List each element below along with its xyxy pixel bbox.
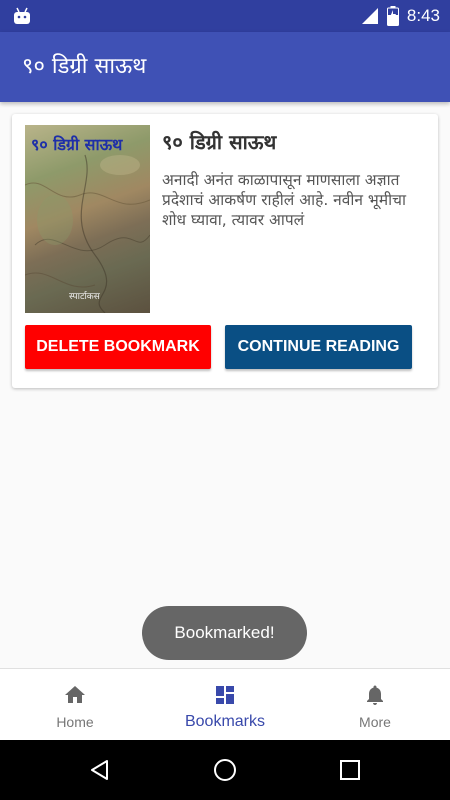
- cover-title: ९० डिग्री साऊथ: [31, 135, 123, 154]
- battery-icon: [386, 6, 399, 26]
- status-bar: 8:43: [0, 0, 450, 32]
- nav-label-home: Home: [56, 714, 94, 730]
- android-notification-icon: [14, 7, 30, 24]
- nav-label-bookmarks: Bookmarks: [184, 713, 266, 730]
- nav-item-bookmarks[interactable]: Bookmarks: [150, 669, 300, 741]
- bell-icon: [367, 685, 383, 705]
- page-title: ९० डिग्री साऊथ: [22, 54, 147, 79]
- bottom-navigation: Home Bookmarks More: [0, 668, 450, 740]
- nav-item-home[interactable]: Home: [0, 669, 150, 741]
- back-icon[interactable]: [88, 758, 112, 782]
- book-title: ९० डिग्री साऊथ: [162, 130, 277, 154]
- book-cover-image[interactable]: ९० डिग्री साऊथ स्पार्टाकस: [25, 125, 150, 313]
- recents-icon[interactable]: [338, 758, 362, 782]
- toast-message: Bookmarked!: [142, 606, 307, 660]
- status-clock: 8:43: [406, 6, 440, 25]
- book-description: अनादी अनंत काळापासून माणसाला अज्ञात प्रद…: [162, 171, 406, 229]
- continue-reading-button[interactable]: CONTINUE READING: [225, 325, 412, 369]
- home-circle-icon[interactable]: [213, 758, 237, 782]
- bookmark-card[interactable]: ९० डिग्री साऊथ स्पार्टाकस ९० डिग्री साऊथ…: [12, 114, 438, 388]
- signal-icon: [361, 8, 378, 24]
- delete-bookmark-button[interactable]: DELETE BOOKMARK: [25, 325, 211, 369]
- bookmarks-icon: [216, 686, 234, 704]
- nav-label-more: More: [359, 714, 391, 730]
- home-icon: [65, 686, 85, 703]
- app-bar: ९० डिग्री साऊथ: [0, 32, 450, 102]
- system-navigation-bar: [0, 740, 450, 800]
- nav-item-more[interactable]: More: [300, 669, 450, 741]
- cover-author: स्पार्टाकस: [69, 292, 100, 302]
